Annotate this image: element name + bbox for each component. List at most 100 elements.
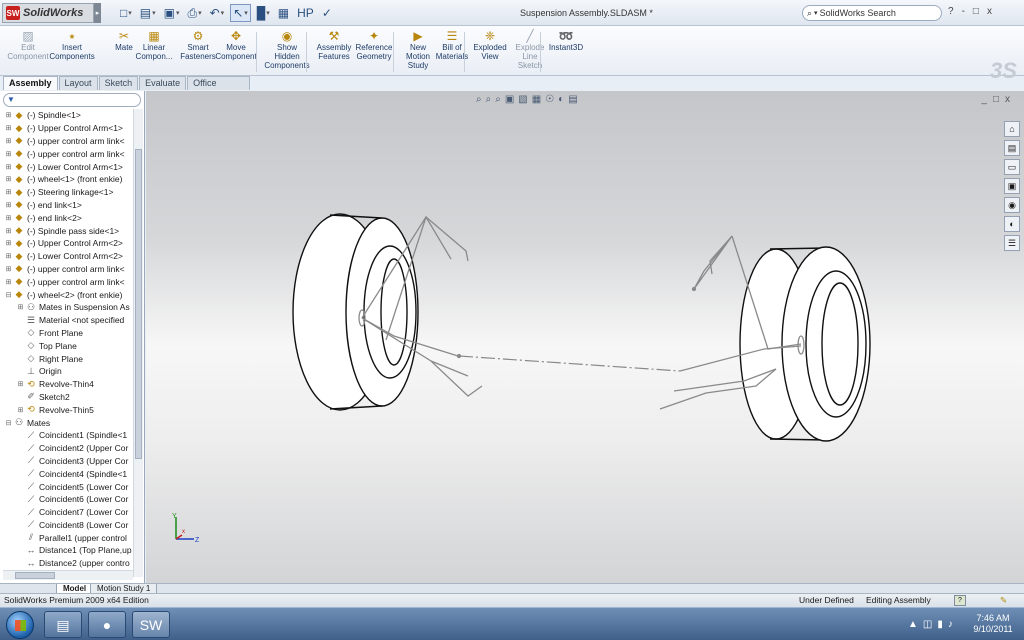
tree-item[interactable]: ⊞ ◆ (-) Spindle<1>: [0, 109, 133, 122]
network-icon[interactable]: ◫: [923, 619, 932, 630]
clock[interactable]: 7:46 AM 9/10/2011: [968, 613, 1018, 635]
toolbox-button[interactable]: ✓: [320, 4, 334, 22]
expand-toggle-icon[interactable]: ⊞: [4, 175, 13, 183]
expand-toggle-icon[interactable]: ⊞: [4, 150, 13, 158]
start-button[interactable]: [6, 611, 34, 639]
rebuild-button[interactable]: █ ▾: [255, 4, 272, 22]
expand-toggle-icon[interactable]: ⊞: [4, 252, 13, 260]
tree-item[interactable]: ↔ Distance2 (upper contro: [0, 557, 133, 570]
expand-toggle-icon[interactable]: ⊟: [4, 419, 13, 427]
expand-toggle-icon[interactable]: ⊞: [4, 227, 13, 235]
zoom-to-area-icon[interactable]: ⌕: [486, 94, 492, 105]
assembly-model[interactable]: [146, 91, 1024, 583]
hide-show-icon[interactable]: ☉: [545, 94, 554, 105]
dropdown-arrow-icon[interactable]: ▾: [198, 9, 202, 17]
tree-item[interactable]: ✐ Sketch2: [0, 391, 133, 404]
volume-icon[interactable]: ♪: [948, 619, 953, 630]
expand-toggle-icon[interactable]: ⊞: [4, 188, 13, 196]
tree-item[interactable]: ⊞ ◆ (-) Spindle pass side<1>: [0, 224, 133, 237]
close-button[interactable]: x: [987, 6, 992, 17]
tree-filter[interactable]: ▼: [3, 93, 141, 107]
left-wheel[interactable]: [292, 213, 419, 411]
search-dropdown-icon[interactable]: ▾: [814, 9, 818, 17]
tree-item[interactable]: ⊥ Origin: [0, 365, 133, 378]
expand-toggle-icon[interactable]: ⊞: [4, 137, 13, 145]
custom-properties-tab[interactable]: ☰: [1004, 235, 1020, 251]
tab-sketch[interactable]: Sketch: [98, 76, 139, 90]
expand-toggle-icon[interactable]: ⊞: [16, 406, 25, 414]
expand-toggle-icon[interactable]: ⊞: [4, 124, 13, 132]
taskbar-firefox-button[interactable]: ●: [88, 611, 126, 638]
tree-item[interactable]: ⊟ ◆ (-) wheel<2> (front enkie): [0, 288, 133, 301]
tree-item[interactable]: ◇ Top Plane: [0, 339, 133, 352]
tree-item[interactable]: ⊞ ◆ (-) Lower Control Arm<1>: [0, 160, 133, 173]
tree-item[interactable]: ⊞ ⟲ Revolve-Thin4: [0, 378, 133, 391]
viewport-minimize-button[interactable]: _: [981, 94, 987, 105]
tree-item[interactable]: ⊞ ◆ (-) end link<1>: [0, 199, 133, 212]
cmd-linear-compon-button[interactable]: ▦ Linear Compon...: [134, 29, 174, 61]
expand-toggle-icon[interactable]: ⊟: [4, 291, 13, 299]
tree-item[interactable]: ⫽ Parallel1 (upper control: [0, 531, 133, 544]
tab-evaluate[interactable]: Evaluate: [139, 76, 187, 90]
tree-horizontal-scrollbar[interactable]: [3, 570, 133, 580]
solidworks-menu-button[interactable]: SW SolidWorks: [2, 3, 94, 23]
help-button[interactable]: ?: [948, 6, 954, 17]
tree-vertical-scrollbar[interactable]: [133, 109, 143, 577]
tree-item[interactable]: ⊞ ◆ (-) Upper Control Arm<2>: [0, 237, 133, 250]
dropdown-arrow-icon[interactable]: ▾: [266, 9, 270, 17]
cmd-show-hidden-components-button[interactable]: ◉ Show Hidden Components: [264, 29, 310, 70]
tree-item[interactable]: ↔ Distance1 (Top Plane,up: [0, 544, 133, 557]
tree-item[interactable]: ⟋ Coincident4 (Spindle<1: [0, 467, 133, 480]
cmd-reference-geometry-button[interactable]: ✦ Reference Geometry: [354, 29, 394, 61]
graphics-area[interactable]: ⌕ ⌕ ⌕ ▣ ▧ ▦ ☉ ◐ ▤ _ □ x ⌂ ▤ ▭ ▣ ◉ ◐ ☰ Y Z x: [146, 91, 1024, 583]
tab-layout[interactable]: Layout: [58, 76, 98, 90]
expand-toggle-icon[interactable]: ⊞: [4, 214, 13, 222]
undo-button[interactable]: ↶ ▾: [208, 4, 227, 22]
scene-tab[interactable]: ◐: [1004, 216, 1020, 232]
tree-item[interactable]: ⊞ ◆ (-) wheel<1> (front enkie): [0, 173, 133, 186]
taskbar-file-explorer-button[interactable]: ▤: [44, 611, 82, 638]
cmd-move-component-button[interactable]: ✥ Move Component: [215, 29, 256, 61]
dropdown-arrow-icon[interactable]: ▾: [221, 9, 225, 17]
tree-item[interactable]: ⊞ ◆ (-) upper control arm link<: [0, 263, 133, 276]
section-view-icon[interactable]: ▣: [505, 94, 514, 105]
previous-view-icon[interactable]: ⌕: [495, 94, 501, 105]
tree-item[interactable]: ⊞ ◆ (-) Lower Control Arm<2>: [0, 250, 133, 263]
expand-toggle-icon[interactable]: ⊞: [4, 163, 13, 171]
save-button[interactable]: ▣ ▾: [162, 4, 182, 22]
cmd-instant3d-button[interactable]: ➿ Instant3D: [546, 29, 586, 52]
home-tab[interactable]: ⌂: [1004, 121, 1020, 137]
expand-toggle-icon[interactable]: ⊞: [4, 111, 13, 119]
library-tab[interactable]: ▤: [1004, 140, 1020, 156]
tree-item[interactable]: ⊞ ⟲ Revolve-Thin5: [0, 403, 133, 416]
open-folder-button[interactable]: ▤ ▾: [138, 4, 158, 22]
steering-linkage[interactable]: [458, 355, 681, 372]
tree-item[interactable]: ⟋ Coincident8 (Lower Cor: [0, 519, 133, 532]
expand-toggle-icon[interactable]: ⊞: [4, 201, 13, 209]
cmd-edit-component-button[interactable]: ▨ Edit Component: [7, 29, 48, 61]
tree-item[interactable]: ⊟ ⚇ Mates: [0, 416, 133, 429]
tab-office-products[interactable]: Office Products: [187, 76, 250, 101]
view-palette-tab[interactable]: ▣: [1004, 178, 1020, 194]
new-document-button[interactable]: □ ▾: [118, 4, 134, 22]
search-box[interactable]: ⌕ ▾ SolidWorks Search: [802, 5, 942, 21]
viewport-restore-button[interactable]: □: [993, 94, 999, 105]
expand-toggle-icon[interactable]: ⊞: [4, 265, 13, 273]
tree-item[interactable]: ⟋ Coincident7 (Lower Cor: [0, 506, 133, 519]
cmd-exploded-view-button[interactable]: ❈ Exploded View: [470, 29, 510, 61]
tree-item[interactable]: ⟋ Coincident2 (Upper Cor: [0, 442, 133, 455]
cmd-explode-line-sketch-button[interactable]: ╱ Explode Line Sketch: [510, 29, 550, 70]
dropdown-arrow-icon[interactable]: ▾: [176, 9, 180, 17]
dropdown-arrow-icon[interactable]: ▾: [152, 9, 156, 17]
taskbar-solidworks-button[interactable]: SW: [132, 611, 170, 638]
tree-item[interactable]: ⊞ ◆ (-) upper control arm link<: [0, 147, 133, 160]
appearance-tab[interactable]: ◉: [1004, 197, 1020, 213]
cmd-insert-components-button[interactable]: ⭑ Insert Components: [49, 29, 94, 61]
expand-toggle-icon[interactable]: ⊞: [4, 239, 13, 247]
options-button[interactable]: ▦: [276, 4, 291, 22]
tab-assembly[interactable]: Assembly: [3, 76, 58, 90]
cmd-assembly-features-button[interactable]: ⚒ Assembly Features: [314, 29, 354, 61]
minimize-button[interactable]: -: [962, 6, 965, 17]
tree-item[interactable]: ◇ Right Plane: [0, 352, 133, 365]
tree-item[interactable]: ⊞ ◆ (-) Upper Control Arm<1>: [0, 122, 133, 135]
